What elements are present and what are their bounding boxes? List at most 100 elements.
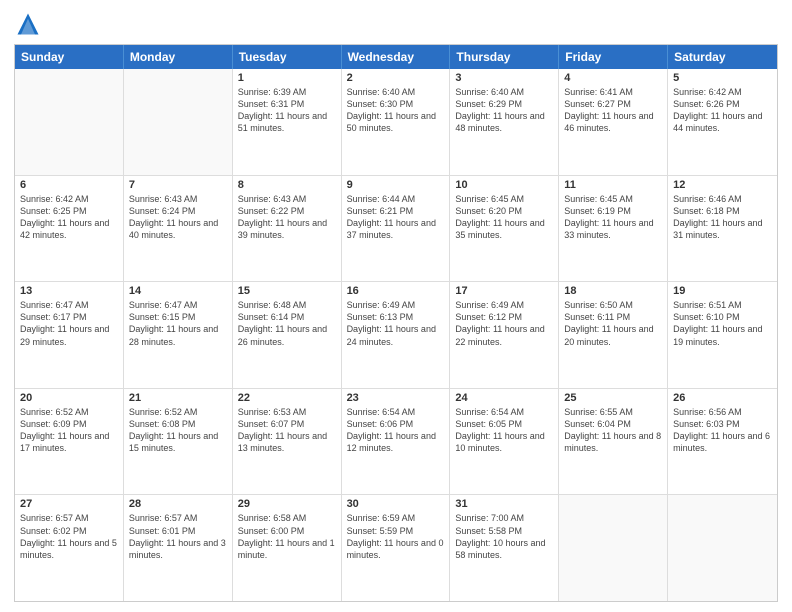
- calendar-cell-1: 1Sunrise: 6:39 AM Sunset: 6:31 PM Daylig…: [233, 69, 342, 175]
- calendar-body: 1Sunrise: 6:39 AM Sunset: 6:31 PM Daylig…: [15, 69, 777, 601]
- day-number: 6: [20, 179, 118, 191]
- cell-info: Sunrise: 6:52 AM Sunset: 6:09 PM Dayligh…: [20, 406, 118, 455]
- calendar-row-1: 6 Sunrise: 6:42 AM Sunset: 6:25 PM Daylig…: [15, 175, 777, 282]
- cell-info: Sunrise: 6:57 AM Sunset: 6:01 PM Dayligh…: [129, 512, 227, 561]
- calendar-cell-23: 23 Sunrise: 6:54 AM Sunset: 6:06 PM Dayli…: [342, 389, 451, 495]
- calendar-cell-empty-0-0: [15, 69, 124, 175]
- calendar-row-2: 13 Sunrise: 6:47 AM Sunset: 6:17 PM Dayli…: [15, 281, 777, 388]
- calendar-row-3: 20 Sunrise: 6:52 AM Sunset: 6:09 PM Dayli…: [15, 388, 777, 495]
- cell-info: Sunrise: 6:42 AM Sunset: 6:26 PM Dayligh…: [673, 86, 772, 135]
- day-number: 24: [455, 392, 553, 404]
- day-number: 5: [673, 72, 772, 84]
- cell-info: Sunrise: 6:56 AM Sunset: 6:03 PM Dayligh…: [673, 406, 772, 455]
- cell-info: Sunrise: 6:48 AM Sunset: 6:14 PM Dayligh…: [238, 299, 336, 348]
- calendar-cell-7: 7 Sunrise: 6:43 AM Sunset: 6:24 PM Daylig…: [124, 176, 233, 282]
- calendar-cell-11: 11Sunrise: 6:45 AM Sunset: 6:19 PM Dayli…: [559, 176, 668, 282]
- calendar-cell-empty-0-1: [124, 69, 233, 175]
- calendar: SundayMondayTuesdayWednesdayThursdayFrid…: [14, 44, 778, 602]
- calendar-header: SundayMondayTuesdayWednesdayThursdayFrid…: [15, 45, 777, 69]
- cell-info: Sunrise: 6:47 AM Sunset: 6:17 PM Dayligh…: [20, 299, 118, 348]
- day-number: 8: [238, 179, 336, 191]
- calendar-cell-29: 29 Sunrise: 6:58 AM Sunset: 6:00 PM Dayli…: [233, 495, 342, 601]
- cell-info: Sunrise: 6:40 AM Sunset: 6:30 PM Dayligh…: [347, 86, 445, 135]
- day-number: 29: [238, 498, 336, 510]
- day-number: 31: [455, 498, 553, 510]
- calendar-cell-3: 3 Sunrise: 6:40 AM Sunset: 6:29 PM Daylig…: [450, 69, 559, 175]
- calendar-cell-16: 16 Sunrise: 6:49 AM Sunset: 6:13 PM Dayli…: [342, 282, 451, 388]
- calendar-cell-20: 20 Sunrise: 6:52 AM Sunset: 6:09 PM Dayli…: [15, 389, 124, 495]
- calendar-cell-19: 19 Sunrise: 6:51 AM Sunset: 6:10 PM Dayli…: [668, 282, 777, 388]
- day-number: 25: [564, 392, 662, 404]
- day-number: 19: [673, 285, 772, 297]
- day-number: 26: [673, 392, 772, 404]
- day-number: 27: [20, 498, 118, 510]
- cell-info: Sunrise: 6:45 AM Sunset: 6:20 PM Dayligh…: [455, 193, 553, 242]
- day-number: 9: [347, 179, 445, 191]
- calendar-cell-25: 25Sunrise: 6:55 AM Sunset: 6:04 PM Dayli…: [559, 389, 668, 495]
- day-number: 16: [347, 285, 445, 297]
- header-day-monday: Monday: [124, 45, 233, 69]
- day-number: 20: [20, 392, 118, 404]
- day-number: 18: [564, 285, 662, 297]
- cell-info: Sunrise: 6:50 AM Sunset: 6:11 PM Dayligh…: [564, 299, 662, 348]
- header-day-friday: Friday: [559, 45, 668, 69]
- calendar-cell-15: 15Sunrise: 6:48 AM Sunset: 6:14 PM Dayli…: [233, 282, 342, 388]
- calendar-cell-4: 4Sunrise: 6:41 AM Sunset: 6:27 PM Daylig…: [559, 69, 668, 175]
- cell-info: Sunrise: 6:54 AM Sunset: 6:05 PM Dayligh…: [455, 406, 553, 455]
- day-number: 1: [238, 72, 336, 84]
- calendar-cell-9: 9 Sunrise: 6:44 AM Sunset: 6:21 PM Daylig…: [342, 176, 451, 282]
- calendar-cell-24: 24 Sunrise: 6:54 AM Sunset: 6:05 PM Dayli…: [450, 389, 559, 495]
- cell-info: Sunrise: 6:52 AM Sunset: 6:08 PM Dayligh…: [129, 406, 227, 455]
- calendar-cell-26: 26 Sunrise: 6:56 AM Sunset: 6:03 PM Dayli…: [668, 389, 777, 495]
- cell-info: Sunrise: 6:41 AM Sunset: 6:27 PM Dayligh…: [564, 86, 662, 135]
- day-number: 22: [238, 392, 336, 404]
- cell-info: Sunrise: 6:42 AM Sunset: 6:25 PM Dayligh…: [20, 193, 118, 242]
- header-day-wednesday: Wednesday: [342, 45, 451, 69]
- cell-info: Sunrise: 6:49 AM Sunset: 6:12 PM Dayligh…: [455, 299, 553, 348]
- cell-info: Sunrise: 6:46 AM Sunset: 6:18 PM Dayligh…: [673, 193, 772, 242]
- day-number: 14: [129, 285, 227, 297]
- calendar-row-0: 1Sunrise: 6:39 AM Sunset: 6:31 PM Daylig…: [15, 69, 777, 175]
- calendar-cell-21: 21Sunrise: 6:52 AM Sunset: 6:08 PM Dayli…: [124, 389, 233, 495]
- day-number: 28: [129, 498, 227, 510]
- calendar-cell-6: 6 Sunrise: 6:42 AM Sunset: 6:25 PM Daylig…: [15, 176, 124, 282]
- calendar-cell-18: 18 Sunrise: 6:50 AM Sunset: 6:11 PM Dayli…: [559, 282, 668, 388]
- calendar-cell-27: 27 Sunrise: 6:57 AM Sunset: 6:02 PM Dayli…: [15, 495, 124, 601]
- day-number: 13: [20, 285, 118, 297]
- header-day-tuesday: Tuesday: [233, 45, 342, 69]
- header-day-thursday: Thursday: [450, 45, 559, 69]
- day-number: 23: [347, 392, 445, 404]
- calendar-row-4: 27 Sunrise: 6:57 AM Sunset: 6:02 PM Dayli…: [15, 494, 777, 601]
- calendar-cell-22: 22 Sunrise: 6:53 AM Sunset: 6:07 PM Dayli…: [233, 389, 342, 495]
- calendar-cell-10: 10 Sunrise: 6:45 AM Sunset: 6:20 PM Dayli…: [450, 176, 559, 282]
- page: SundayMondayTuesdayWednesdayThursdayFrid…: [0, 0, 792, 612]
- cell-info: Sunrise: 6:59 AM Sunset: 5:59 PM Dayligh…: [347, 512, 445, 561]
- cell-info: Sunrise: 6:43 AM Sunset: 6:24 PM Dayligh…: [129, 193, 227, 242]
- header: [14, 10, 778, 38]
- cell-info: Sunrise: 6:40 AM Sunset: 6:29 PM Dayligh…: [455, 86, 553, 135]
- cell-info: Sunrise: 7:00 AM Sunset: 5:58 PM Dayligh…: [455, 512, 553, 561]
- day-number: 30: [347, 498, 445, 510]
- cell-info: Sunrise: 6:53 AM Sunset: 6:07 PM Dayligh…: [238, 406, 336, 455]
- cell-info: Sunrise: 6:44 AM Sunset: 6:21 PM Dayligh…: [347, 193, 445, 242]
- cell-info: Sunrise: 6:45 AM Sunset: 6:19 PM Dayligh…: [564, 193, 662, 242]
- day-number: 7: [129, 179, 227, 191]
- calendar-cell-30: 30 Sunrise: 6:59 AM Sunset: 5:59 PM Dayli…: [342, 495, 451, 601]
- cell-info: Sunrise: 6:58 AM Sunset: 6:00 PM Dayligh…: [238, 512, 336, 561]
- calendar-cell-14: 14Sunrise: 6:47 AM Sunset: 6:15 PM Dayli…: [124, 282, 233, 388]
- calendar-cell-17: 17 Sunrise: 6:49 AM Sunset: 6:12 PM Dayli…: [450, 282, 559, 388]
- day-number: 3: [455, 72, 553, 84]
- logo: [14, 10, 46, 38]
- cell-info: Sunrise: 6:49 AM Sunset: 6:13 PM Dayligh…: [347, 299, 445, 348]
- header-day-saturday: Saturday: [668, 45, 777, 69]
- logo-icon: [14, 10, 42, 38]
- cell-info: Sunrise: 6:57 AM Sunset: 6:02 PM Dayligh…: [20, 512, 118, 561]
- calendar-cell-2: 2Sunrise: 6:40 AM Sunset: 6:30 PM Daylig…: [342, 69, 451, 175]
- day-number: 10: [455, 179, 553, 191]
- calendar-cell-31: 31 Sunrise: 7:00 AM Sunset: 5:58 PM Dayli…: [450, 495, 559, 601]
- calendar-cell-28: 28 Sunrise: 6:57 AM Sunset: 6:01 PM Dayli…: [124, 495, 233, 601]
- calendar-cell-12: 12Sunrise: 6:46 AM Sunset: 6:18 PM Dayli…: [668, 176, 777, 282]
- cell-info: Sunrise: 6:51 AM Sunset: 6:10 PM Dayligh…: [673, 299, 772, 348]
- day-number: 17: [455, 285, 553, 297]
- cell-info: Sunrise: 6:54 AM Sunset: 6:06 PM Dayligh…: [347, 406, 445, 455]
